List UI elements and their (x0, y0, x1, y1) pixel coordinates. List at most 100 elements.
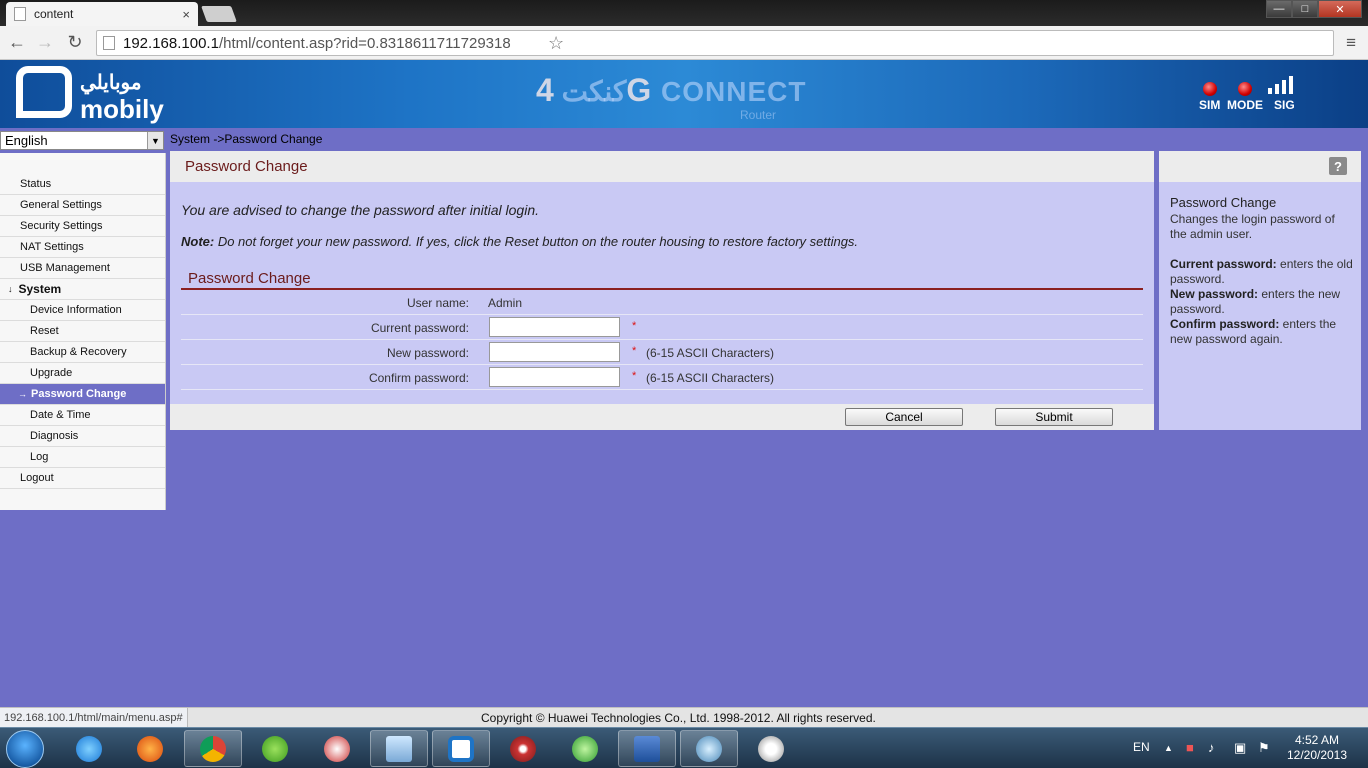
submit-button[interactable]: Submit (995, 408, 1113, 426)
section-title: Password Change (188, 270, 311, 287)
firefox-icon[interactable] (121, 730, 179, 767)
menu-item-label: Security Settings (20, 220, 103, 232)
menu-item-log[interactable]: Log (0, 447, 165, 468)
status-url: 192.168.100.1/html/main/menu.asp# (0, 708, 188, 727)
start-button[interactable] (6, 730, 44, 768)
language-select[interactable]: English ▼ (0, 131, 164, 150)
wifi-icon[interactable] (494, 730, 552, 767)
address-bar[interactable]: 192.168.100.1/html/content.asp?rid=0.831… (96, 30, 1334, 56)
tab-title: content (34, 7, 74, 21)
windows-taskbar: EN ▲ ■ ♪ ▣ ⚑ 4:52 AM 12/20/2013 (0, 727, 1368, 768)
status-bar: 192.168.100.1/html/main/menu.asp# Copyri… (0, 707, 1368, 727)
confirm-password-input[interactable] (489, 367, 620, 387)
network-tray-icon[interactable]: ▣ (1234, 740, 1246, 756)
help-new: New password: enters the new password. (1170, 287, 1354, 317)
forward-icon[interactable]: → (34, 32, 56, 53)
back-icon[interactable]: ← (6, 32, 28, 53)
menu-item-security-settings[interactable]: Security Settings (0, 216, 165, 237)
help-panel: ? Password Change Changes the login pass… (1159, 151, 1361, 430)
address-url: 192.168.100.1/html/content.asp?rid=0.831… (123, 35, 511, 52)
action-center-icon[interactable]: ⚑ (1258, 740, 1270, 756)
help-header: ? (1159, 151, 1361, 182)
page-icon (14, 7, 26, 21)
current-password-row: Current password: * (181, 315, 1143, 340)
mode-indicator-icon (1238, 82, 1252, 96)
close-window-button[interactable]: ✕ (1318, 0, 1362, 18)
menu-item-label: USB Management (20, 262, 110, 274)
menu-item-device-information[interactable]: Device Information (0, 300, 165, 321)
page-icon (103, 36, 115, 50)
help-icon[interactable]: ? (1329, 157, 1347, 175)
menu-section-system[interactable]: ↓ System (0, 279, 165, 300)
chevron-down-icon[interactable]: ▼ (147, 132, 163, 149)
network-icon[interactable] (680, 730, 738, 767)
menu-item-label: Backup & Recovery (30, 346, 127, 358)
username-row: User name: Admin (181, 290, 1143, 315)
mobily-logo-icon (16, 66, 72, 118)
help-current-label: Current password: (1170, 257, 1277, 271)
menu-item-diagnosis[interactable]: Diagnosis (0, 426, 165, 447)
breadcrumb: System ->Password Change (170, 132, 323, 146)
sig-label: SIG (1274, 98, 1295, 112)
menu-item-password-change[interactable]: → Password Change (0, 384, 165, 405)
menu-item-label: Device Information (30, 304, 122, 316)
usb-tray-icon[interactable]: ■ (1186, 740, 1194, 755)
brand-router: Router (740, 108, 777, 122)
maximize-button[interactable]: □ (1292, 0, 1318, 18)
panel-body: You are advised to change the password a… (170, 182, 1154, 404)
menu-item-usb-management[interactable]: USB Management (0, 258, 165, 279)
confirm-password-hint: (6-15 ASCII Characters) (646, 371, 775, 385)
required-marker: * (632, 320, 637, 332)
new-password-input[interactable] (489, 342, 620, 362)
browser-tab[interactable]: content × (6, 2, 198, 26)
menu-item-label: Status (20, 178, 52, 190)
tray-expand-icon[interactable]: ▲ (1164, 743, 1173, 753)
arrow-right-icon: → (18, 389, 27, 399)
mobily-icon[interactable] (432, 730, 490, 767)
current-password-input[interactable] (489, 317, 620, 337)
brand-logo: كنكت 4G CONNECT (536, 72, 806, 109)
utorrent-icon[interactable] (246, 730, 304, 767)
menu-item-logout[interactable]: Logout (0, 468, 165, 489)
menu-item-status[interactable]: Status (0, 174, 165, 195)
minimize-button[interactable]: — (1266, 0, 1292, 18)
menu-item-nat-settings[interactable]: NAT Settings (0, 237, 165, 258)
router-banner: موبايلي mobily كنكت 4G CONNECT Router SI… (0, 60, 1368, 128)
chrome-icon[interactable] (184, 730, 242, 767)
help-confirm: Confirm password: enters the new passwor… (1170, 317, 1354, 347)
menu-item-label: System (18, 282, 62, 296)
note-text: Note: Do not forget your new password. I… (181, 234, 858, 249)
browser-menu-icon[interactable]: ≡ (1346, 33, 1356, 53)
copyright-text: Copyright © Huawei Technologies Co., Ltd… (481, 711, 876, 725)
menu-item-label: Reset (30, 325, 59, 337)
media-icon[interactable] (556, 730, 614, 767)
bookmark-star-icon[interactable]: ☆ (548, 33, 1325, 54)
remote-icon[interactable] (618, 730, 676, 767)
volume-icon[interactable]: ♪ (1208, 740, 1215, 755)
ie-icon[interactable] (60, 730, 118, 767)
menu-item-reset[interactable]: Reset (0, 321, 165, 342)
menu-item-date-time[interactable]: Date & Time (0, 405, 165, 426)
close-tab-icon[interactable]: × (182, 7, 190, 22)
cancel-button[interactable]: Cancel (845, 408, 963, 426)
snipping-tool-icon[interactable] (308, 730, 366, 767)
menu-item-general-settings[interactable]: General Settings (0, 195, 165, 216)
search-icon[interactable] (742, 730, 800, 767)
reload-icon[interactable]: ↻ (64, 32, 86, 53)
help-confirm-label: Confirm password: (1170, 317, 1280, 331)
menu-item-backup-recovery[interactable]: Backup & Recovery (0, 342, 165, 363)
keyboard-language[interactable]: EN (1133, 740, 1150, 754)
logo-arabic: موبايلي (80, 72, 142, 94)
system-clock[interactable]: 4:52 AM 12/20/2013 (1282, 733, 1352, 763)
password-change-panel: Password Change You are advised to chang… (170, 151, 1154, 430)
browser-titlebar: content × — □ ✕ (0, 0, 1368, 26)
new-tab-button[interactable] (201, 6, 237, 22)
sidebar-menu: Status General Settings Security Setting… (0, 153, 166, 510)
help-new-label: New password: (1170, 287, 1259, 301)
notepad-icon[interactable] (370, 730, 428, 767)
menu-item-label: Log (30, 451, 49, 463)
menu-item-label: Upgrade (30, 367, 73, 379)
menu-item-label: Diagnosis (30, 430, 79, 442)
menu-item-upgrade[interactable]: Upgrade (0, 363, 165, 384)
username-label: User name: (406, 296, 469, 310)
